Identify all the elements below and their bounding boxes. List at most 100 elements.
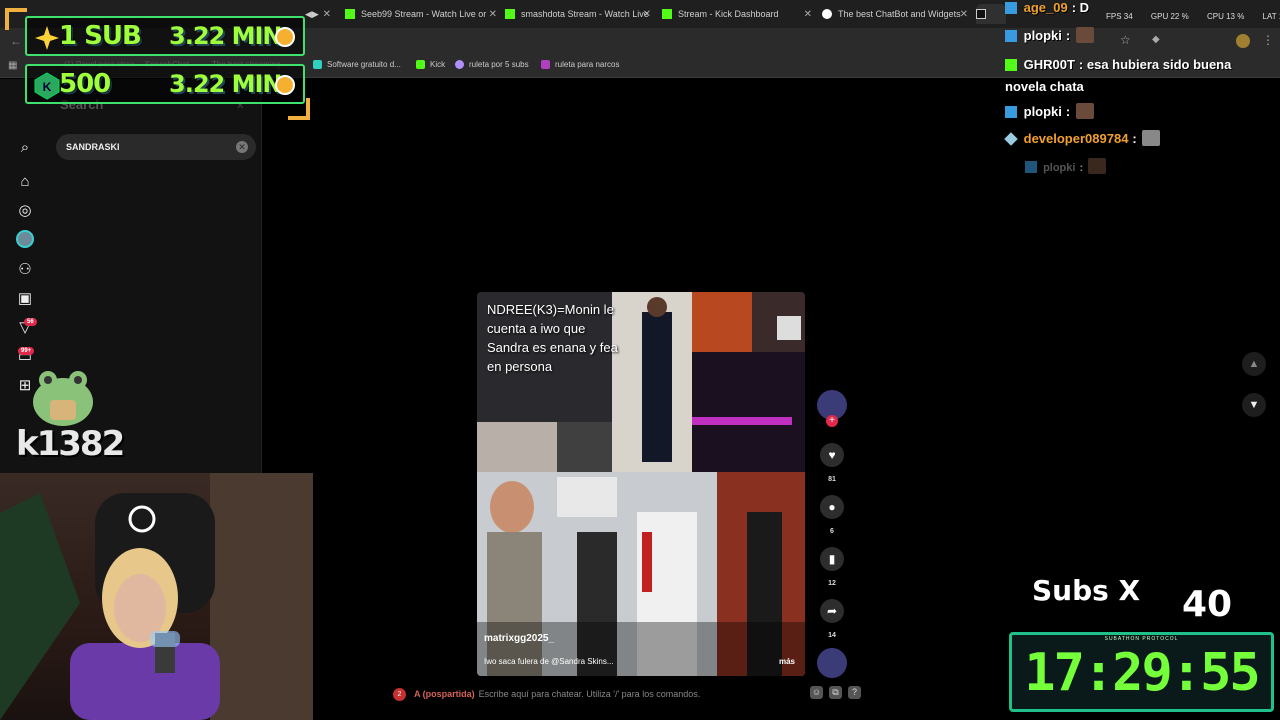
streamer-tag: k1382 (16, 424, 125, 464)
timer-value: 17:29:55 (1024, 643, 1260, 703)
video-author[interactable]: matrixgg2025_ (484, 633, 554, 644)
kick-icon (416, 60, 425, 69)
diamond-badge-icon (1004, 132, 1018, 146)
tab-close-icon[interactable]: ✕ (804, 9, 812, 20)
subscriber-badge-icon (1025, 161, 1037, 173)
inbox-badge: 56 (24, 318, 37, 326)
home-icon[interactable]: ⌂ (15, 171, 35, 191)
frog-emote-icon (33, 371, 93, 426)
clock-icon (275, 27, 295, 47)
more-link[interactable]: más (779, 657, 795, 666)
chat-overlay: age_09: D plopki: GHR00T: esa hubiera si… (1000, 0, 1280, 180)
tab-close-icon[interactable]: ✕ (323, 9, 331, 20)
tab-kick-dashboard[interactable]: Stream - Kick Dashboard ✕ (662, 4, 816, 24)
help-icon[interactable]: ? (848, 686, 861, 699)
alert-quantity: 500 (59, 69, 111, 99)
subscriber-badge-icon (1005, 106, 1017, 118)
chat-message: plopki: (1025, 158, 1107, 174)
bookmark-kick[interactable]: Kick (416, 60, 445, 69)
emote-icon (1075, 103, 1094, 119)
share-icon: ➦ (826, 604, 838, 618)
kick-icon (345, 9, 355, 19)
chevron-up-icon: ▲ (1248, 358, 1260, 370)
chat-input-user: A (pospartida) (414, 689, 475, 699)
chat-text: : (1065, 28, 1071, 43)
clock-icon (275, 75, 295, 95)
bookmark-icon: ▮ (828, 552, 836, 566)
svg-text:K: K (43, 80, 52, 94)
chat-username: plopki (1023, 28, 1062, 43)
moderator-badge-icon (1005, 2, 1017, 14)
search-icon[interactable]: ⌕ (15, 137, 35, 157)
chat-text: : (1132, 131, 1137, 146)
bookmark-icon (541, 60, 550, 69)
chevron-down-icon: ▼ (1248, 399, 1260, 411)
explore-icon[interactable]: ◎ (15, 200, 35, 220)
chat-message: plopki: (1005, 27, 1094, 43)
heart-icon: ♥ (828, 448, 836, 462)
bookmark-ruleta-narcos[interactable]: ruleta para narcos (541, 60, 619, 69)
subscriber-badge-icon (1005, 30, 1017, 42)
chat-message: GHR00T: esa hubiera sido buena novela ch… (1005, 54, 1275, 98)
subs-count: 40 (1182, 584, 1233, 625)
subs-label: Subs X (1032, 574, 1141, 607)
bookmark-icon (313, 60, 322, 69)
chat-message: plopki: (1005, 103, 1094, 119)
tab-close-icon[interactable]: ✕ (643, 9, 651, 20)
popout-icon[interactable]: ⧉ (829, 686, 842, 699)
next-video-button[interactable]: ▼ (1242, 393, 1266, 417)
sub-alert-overlay: 1 SUB 3.22 MIN K 500 3.22 MIN (5, 8, 310, 120)
save-count: 12 (828, 580, 836, 587)
search-input-container[interactable]: ✕ (56, 134, 256, 160)
streamelements-icon (822, 9, 832, 19)
share-button[interactable]: ➦ (820, 599, 844, 623)
like-button[interactable]: ♥ (820, 443, 844, 467)
tab-seeb99[interactable]: Seeb99 Stream - Watch Live or ✕ (345, 4, 501, 24)
subathon-label: SUBATHON PROTOCOL (1104, 636, 1179, 642)
tab-close-icon[interactable]: ✕ (960, 9, 968, 20)
chat-username: plopki (1023, 104, 1062, 119)
tab-chatbot-widgets[interactable]: The best ChatBot and Widgets ✕ (822, 4, 972, 24)
subathon-timer: SUBATHON PROTOCOL 17:29:55 (1009, 632, 1274, 712)
previous-video-button[interactable]: ▲ (1242, 352, 1266, 376)
comment-button[interactable]: ● (820, 495, 844, 519)
emote-icon (1088, 158, 1107, 174)
bookmark-icon (455, 60, 464, 69)
tab-close-icon[interactable]: ✕ (489, 9, 497, 20)
alert-quantity: 1 SUB (59, 21, 142, 51)
alert-time: 3.22 MIN (169, 22, 282, 50)
bookmark-ruleta-subs[interactable]: ruleta por 5 subs (455, 60, 529, 69)
tiktok-video-player[interactable]: NDREE(K3)=Monin le cuenta a iwo que Sand… (477, 292, 805, 676)
kicks-alert-row: K 500 3.22 MIN (25, 64, 305, 104)
sparkle-icon (35, 26, 59, 50)
save-button[interactable]: ▮ (820, 547, 844, 571)
chat-input-tools: ☺ ⧉ ? (810, 686, 861, 699)
music-disc[interactable] (817, 648, 847, 678)
comment-count: 6 (830, 528, 834, 535)
emote-icon (1075, 27, 1094, 43)
emote-icon (1142, 130, 1161, 146)
chat-input[interactable]: 2 A (pospartida) Escribe aquí para chate… (385, 686, 875, 702)
follow-plus-icon[interactable]: + (826, 415, 838, 427)
emoji-icon[interactable]: ☺ (810, 686, 823, 699)
chat-input-placeholder: Escribe aquí para chatear. Utiliza '/' p… (478, 689, 701, 699)
live-icon[interactable]: ▣ (15, 288, 35, 308)
chat-username: developer089784 (1023, 131, 1129, 146)
corner-bracket-icon (5, 8, 27, 30)
search-input[interactable] (66, 142, 226, 152)
tab-smashdota[interactable]: smashdota Stream - Watch Live ✕ (505, 4, 655, 24)
bookmark-software[interactable]: Software gratuito d... (313, 60, 401, 69)
live-avatar-icon[interactable] (15, 229, 35, 249)
clear-search-icon[interactable]: ✕ (236, 141, 248, 153)
verified-badge-icon (1005, 59, 1017, 71)
chat-text: : D (1071, 0, 1090, 15)
messages-badge: 99+ (18, 347, 35, 355)
like-count: 81 (828, 476, 836, 483)
share-count: 14 (828, 632, 836, 639)
webcam-feed (0, 473, 313, 720)
video-overlay-caption: NDREE(K3)=Monin le cuenta a iwo que Sand… (487, 302, 618, 374)
chat-text: : (1079, 162, 1084, 174)
following-icon[interactable]: ⚇ (15, 259, 35, 279)
unread-count-badge: 2 (393, 687, 406, 701)
kick-coin-icon: K (34, 72, 60, 100)
